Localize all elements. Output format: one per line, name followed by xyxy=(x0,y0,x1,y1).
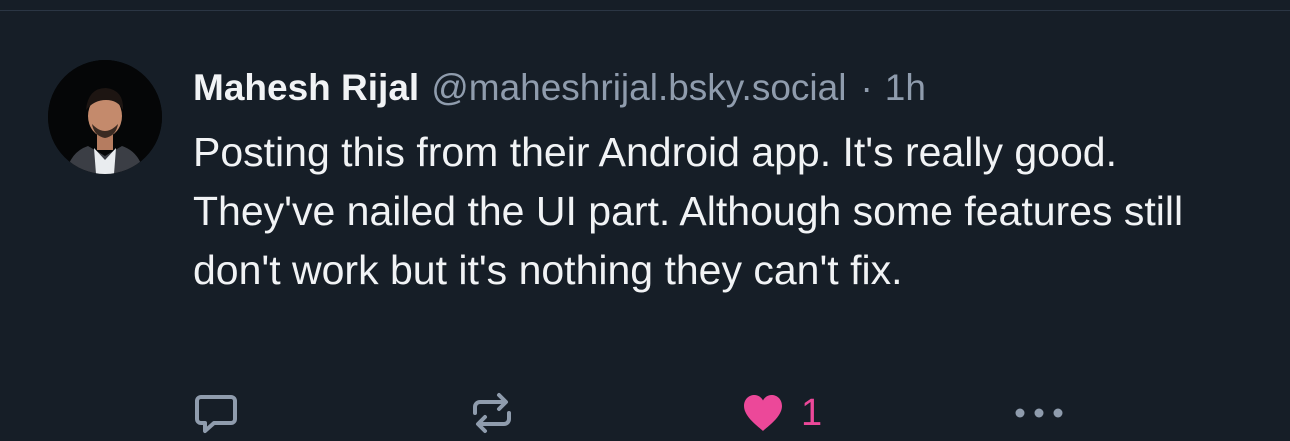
post-content: Mahesh Rijal @maheshrijal.bsky.social · … xyxy=(193,64,1253,300)
post-text: Posting this from their Android app. It'… xyxy=(193,129,1184,293)
author-display-name[interactable]: Mahesh Rijal xyxy=(193,64,419,112)
header-separator: · xyxy=(860,67,873,108)
avatar-image xyxy=(48,60,162,174)
author-avatar[interactable] xyxy=(48,60,162,174)
heart-icon xyxy=(744,395,782,431)
post-header: Mahesh Rijal @maheshrijal.bsky.social · … xyxy=(193,64,1253,112)
reply-button[interactable] xyxy=(192,388,240,438)
repost-button[interactable] xyxy=(468,388,516,438)
like-button[interactable]: 1 xyxy=(739,388,822,438)
author-handle[interactable]: @maheshrijal.bsky.social xyxy=(431,64,846,112)
post-timestamp[interactable]: 1h xyxy=(885,64,926,112)
more-options-button[interactable] xyxy=(1012,388,1066,438)
more-dots-icon xyxy=(1015,408,1063,418)
like-count: 1 xyxy=(801,392,823,434)
speech-bubble-icon xyxy=(195,395,237,433)
top-divider xyxy=(0,10,1290,11)
post-card[interactable]: Mahesh Rijal @maheshrijal.bsky.social · … xyxy=(0,0,1290,441)
repost-arrows-icon xyxy=(473,393,511,433)
post-actions: 1 xyxy=(0,388,1290,438)
